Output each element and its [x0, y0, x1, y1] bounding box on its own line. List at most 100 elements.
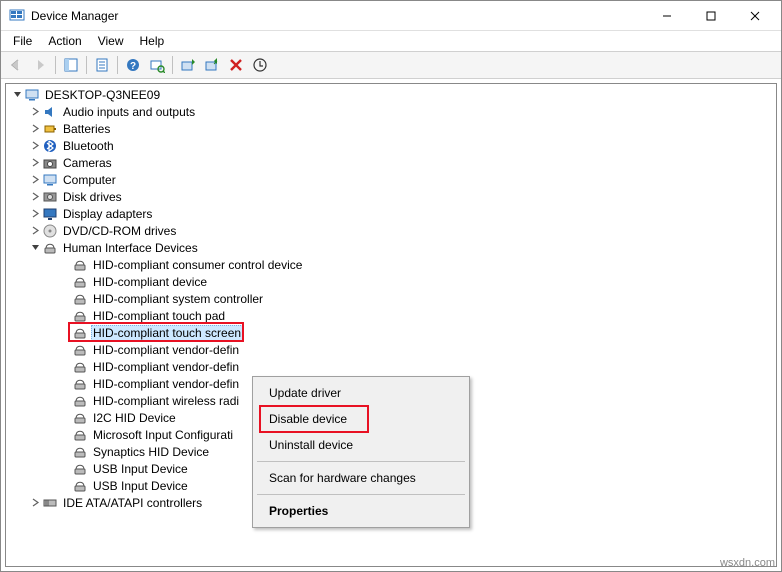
tree-device[interactable]: HID-compliant touch screen	[6, 324, 776, 341]
chevron-right-icon[interactable]	[28, 139, 42, 153]
tree-category[interactable]: Display adapters	[6, 205, 776, 222]
display-icon	[42, 206, 58, 222]
app-icon	[9, 8, 25, 24]
forward-button[interactable]	[29, 54, 51, 76]
audio-icon	[42, 104, 58, 120]
hid-icon	[72, 410, 88, 426]
tree-category-label: DVD/CD-ROM drives	[61, 224, 178, 238]
hid-icon	[72, 393, 88, 409]
battery-icon	[42, 121, 58, 137]
titlebar: Device Manager	[1, 1, 781, 31]
expander-empty	[58, 462, 72, 476]
toolbar: ?	[1, 51, 781, 79]
tree-category-label: Computer	[61, 173, 118, 187]
tree-device[interactable]: HID-compliant touch pad	[6, 307, 776, 324]
tree-device-label: HID-compliant consumer control device	[91, 258, 304, 272]
back-button[interactable]	[5, 54, 27, 76]
disable-device-button[interactable]	[201, 54, 223, 76]
tree-category-label: Disk drives	[61, 190, 124, 204]
tree-device[interactable]: HID-compliant consumer control device	[6, 256, 776, 273]
help-button[interactable]: ?	[122, 54, 144, 76]
remove-device-button[interactable]	[249, 54, 271, 76]
toolbar-separator	[55, 56, 56, 74]
tree-category[interactable]: Computer	[6, 171, 776, 188]
chevron-right-icon[interactable]	[28, 156, 42, 170]
hid-icon	[42, 240, 58, 256]
minimize-button[interactable]	[645, 1, 689, 30]
tree-device-label: HID-compliant device	[91, 275, 209, 289]
expander-empty	[58, 292, 72, 306]
hid-icon	[72, 291, 88, 307]
context-menu-separator	[257, 461, 465, 462]
expander-empty	[58, 394, 72, 408]
computer-icon	[24, 87, 40, 103]
hid-icon	[72, 359, 88, 375]
properties-button[interactable]	[91, 54, 113, 76]
context-menu: Update driverDisable deviceUninstall dev…	[252, 376, 470, 528]
chevron-right-icon[interactable]	[28, 496, 42, 510]
chevron-right-icon[interactable]	[28, 173, 42, 187]
tree-device-label: USB Input Device	[91, 462, 190, 476]
chevron-down-icon[interactable]	[10, 88, 24, 102]
tree-category[interactable]: Cameras	[6, 154, 776, 171]
chevron-right-icon[interactable]	[28, 122, 42, 136]
hid-icon	[72, 461, 88, 477]
expander-empty	[58, 428, 72, 442]
hid-icon	[72, 274, 88, 290]
tree-category-label: Cameras	[61, 156, 114, 170]
context-menu-separator	[257, 494, 465, 495]
watermark: wsxdn.com	[720, 557, 775, 569]
tree-device-label: HID-compliant vendor-defin	[91, 343, 241, 357]
menu-file[interactable]: File	[5, 32, 40, 50]
tree-device-label: HID-compliant touch screen	[91, 325, 243, 341]
tree-category[interactable]: Bluetooth	[6, 137, 776, 154]
tree-category[interactable]: Audio inputs and outputs	[6, 103, 776, 120]
context-menu-item[interactable]: Uninstall device	[255, 432, 467, 458]
tree-category-label: Bluetooth	[61, 139, 116, 153]
disk-icon	[42, 189, 58, 205]
tree-category[interactable]: DVD/CD-ROM drives	[6, 222, 776, 239]
chevron-down-icon[interactable]	[28, 241, 42, 255]
expander-empty	[58, 258, 72, 272]
menu-view[interactable]: View	[90, 32, 132, 50]
tree-category-label: Human Interface Devices	[61, 241, 200, 255]
toolbar-separator	[117, 56, 118, 74]
hid-icon	[72, 342, 88, 358]
tree-device[interactable]: HID-compliant vendor-defin	[6, 358, 776, 375]
tree-category-label: Batteries	[61, 122, 112, 136]
context-menu-item[interactable]: Disable device	[255, 406, 467, 432]
tree-root[interactable]: DESKTOP-Q3NEE09	[6, 86, 776, 103]
tree-category[interactable]: Batteries	[6, 120, 776, 137]
tree-device-label: HID-compliant vendor-defin	[91, 360, 241, 374]
maximize-button[interactable]	[689, 1, 733, 30]
tree-category-label: IDE ATA/ATAPI controllers	[61, 496, 204, 510]
hid-icon	[72, 257, 88, 273]
menu-action[interactable]: Action	[40, 32, 89, 50]
close-button[interactable]	[733, 1, 777, 30]
chevron-right-icon[interactable]	[28, 224, 42, 238]
update-driver-button[interactable]	[177, 54, 199, 76]
expander-empty	[58, 360, 72, 374]
context-menu-item[interactable]: Update driver	[255, 380, 467, 406]
tree-device[interactable]: HID-compliant vendor-defin	[6, 341, 776, 358]
tree-category[interactable]: Disk drives	[6, 188, 776, 205]
context-menu-item[interactable]: Scan for hardware changes	[255, 465, 467, 491]
tree-root-label: DESKTOP-Q3NEE09	[43, 88, 162, 102]
tree-device[interactable]: HID-compliant system controller	[6, 290, 776, 307]
chevron-right-icon[interactable]	[28, 207, 42, 221]
tree-device-label: HID-compliant wireless radi	[91, 394, 241, 408]
tree-category[interactable]: Human Interface Devices	[6, 239, 776, 256]
uninstall-device-button[interactable]	[225, 54, 247, 76]
hid-icon	[72, 478, 88, 494]
chevron-right-icon[interactable]	[28, 105, 42, 119]
tree-device[interactable]: HID-compliant device	[6, 273, 776, 290]
computer-icon	[42, 172, 58, 188]
tree-category-label: Audio inputs and outputs	[61, 105, 197, 119]
chevron-right-icon[interactable]	[28, 190, 42, 204]
content-pane: DESKTOP-Q3NEE09 Audio inputs and outputs…	[5, 83, 777, 567]
menu-help[interactable]: Help	[132, 32, 173, 50]
scan-hardware-button[interactable]	[146, 54, 168, 76]
expander-empty	[58, 411, 72, 425]
show-hide-console-tree-button[interactable]	[60, 54, 82, 76]
context-menu-item[interactable]: Properties	[255, 498, 467, 524]
